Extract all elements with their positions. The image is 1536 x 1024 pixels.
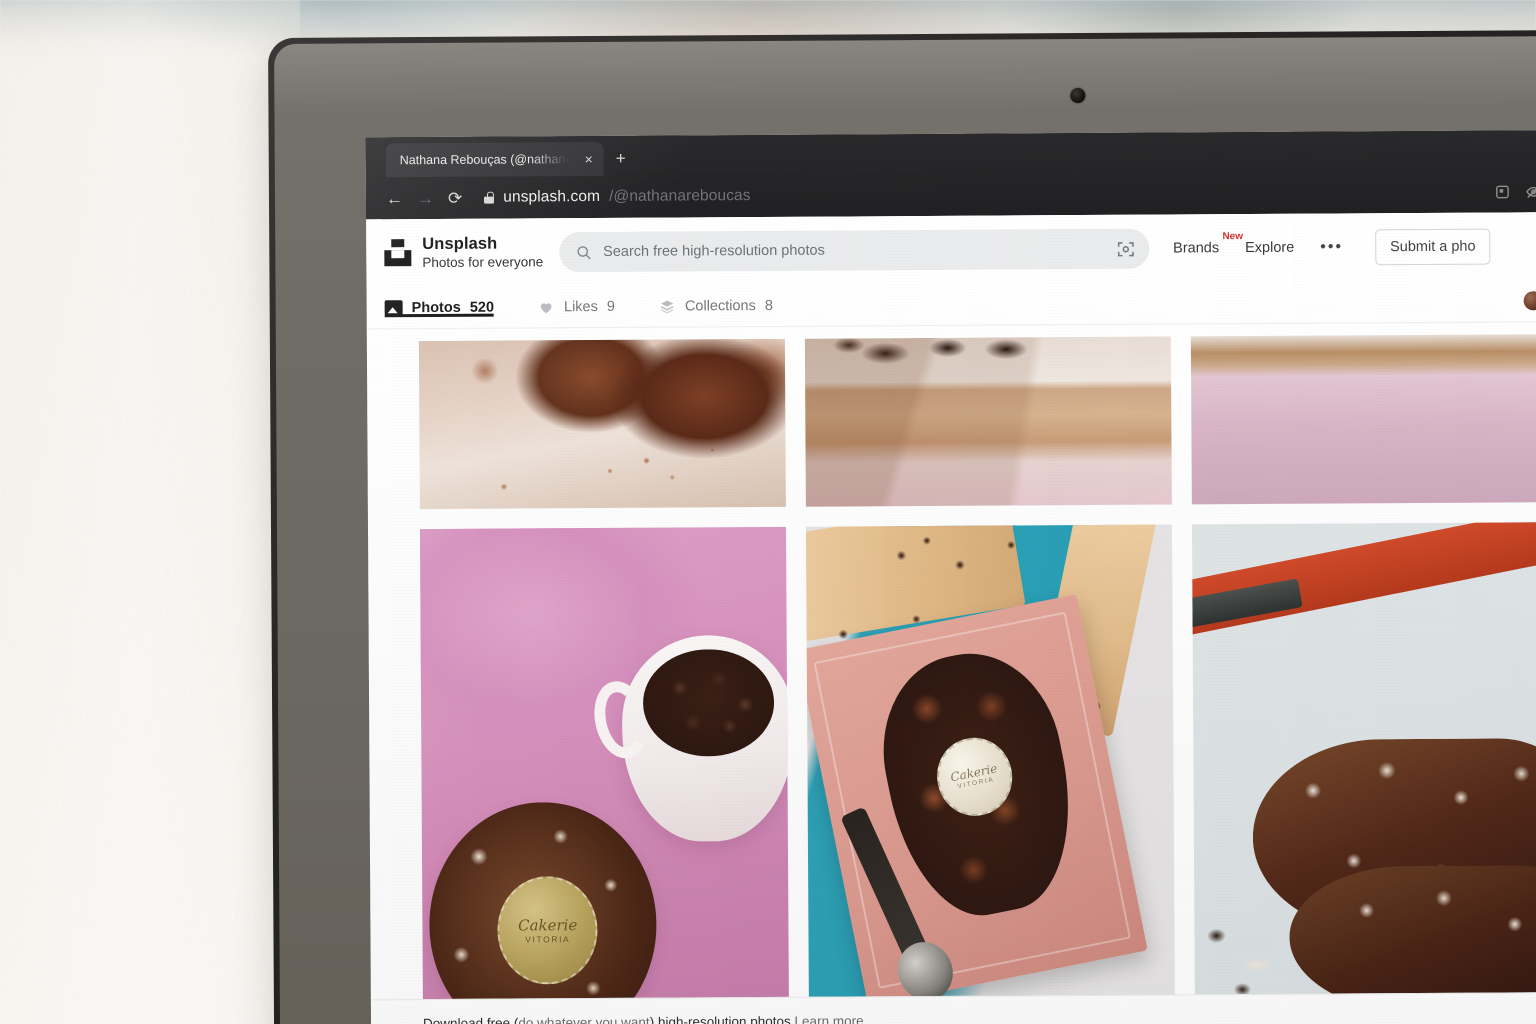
unsplash-page: Unsplash Photos for everyone Search free… bbox=[366, 212, 1536, 1024]
tab-likes-label: Likes bbox=[563, 298, 598, 315]
new-tab-icon[interactable]: + bbox=[616, 149, 626, 169]
search-icon bbox=[577, 245, 591, 259]
browser-tab[interactable]: Nathana Rebouças (@nathana × bbox=[385, 141, 604, 178]
laptop: Nathana Rebouças (@nathana × + ← → ⟳ uns… bbox=[268, 30, 1536, 1024]
header-nav: Brands New Explore ••• Submit a pho bbox=[1173, 228, 1491, 267]
photo-thumbnail[interactable] bbox=[1191, 522, 1536, 1015]
browser-omnibar: ← → ⟳ unsplash.com /@nathanareboucas bbox=[365, 170, 1536, 220]
unsplash-logo-icon bbox=[384, 239, 412, 267]
heart-icon bbox=[541, 302, 552, 313]
profile-tabs: Photos 520 Likes 9 Collections 8 bbox=[366, 280, 1536, 330]
cup-shape bbox=[587, 634, 789, 842]
photo-thumbnail[interactable]: Cakerie VITORIA bbox=[805, 524, 1175, 1017]
eye-off-icon[interactable] bbox=[1525, 183, 1536, 200]
unsplash-logo-link[interactable]: Unsplash Photos for everyone bbox=[384, 235, 543, 271]
active-tab-underline bbox=[384, 313, 495, 317]
tab-collections-label: Collections bbox=[684, 297, 756, 314]
tab-likes-count: 9 bbox=[606, 298, 615, 315]
medallion: Cakerie VITORIA bbox=[497, 875, 598, 985]
nav-item-brands-label: Brands bbox=[1173, 240, 1220, 257]
medallion: Cakerie VITORIA bbox=[930, 731, 1019, 823]
tab-collections-count: 8 bbox=[764, 297, 773, 314]
medallion-brand: Cakerie bbox=[518, 915, 578, 935]
nav-item-brands[interactable]: Brands New bbox=[1173, 231, 1243, 257]
medallion-sub: VITORIA bbox=[525, 933, 571, 945]
wall-light-streaks bbox=[0, 0, 300, 1024]
browser-tab-title: Nathana Rebouças (@nathana bbox=[399, 152, 573, 168]
address-bar[interactable]: unsplash.com /@nathanareboucas bbox=[484, 183, 1480, 207]
forward-icon: → bbox=[416, 188, 435, 208]
visual-search-icon[interactable] bbox=[1116, 239, 1135, 258]
nav-item-explore[interactable]: Explore bbox=[1245, 240, 1294, 256]
webcam-icon bbox=[1070, 88, 1086, 104]
brand-tagline: Photos for everyone bbox=[422, 254, 544, 270]
photograph-scene: Nathana Rebouças (@nathana × + ← → ⟳ uns… bbox=[0, 0, 1536, 1024]
tab-collections[interactable]: Collections 8 bbox=[659, 297, 773, 314]
footer-link-license[interactable]: do whatever you want bbox=[518, 1015, 649, 1024]
new-badge: New bbox=[1222, 231, 1244, 243]
photo-thumbnail[interactable] bbox=[418, 338, 786, 510]
photo-grid: Cakerie VITORIA Cakerie VITORIA bbox=[367, 322, 1536, 1024]
photo-thumbnail[interactable] bbox=[1190, 334, 1536, 505]
browser-tabstrip: Nathana Rebouças (@nathana × + bbox=[365, 130, 1536, 178]
browser-chrome: Nathana Rebouças (@nathana × + ← → ⟳ uns… bbox=[365, 130, 1536, 220]
submit-photo-button[interactable]: Submit a pho bbox=[1374, 228, 1491, 266]
brand-name: Unsplash bbox=[422, 234, 498, 254]
url-domain: unsplash.com bbox=[503, 187, 601, 206]
chocolate-disc: Cakerie VITORIA bbox=[428, 802, 658, 1020]
browser-toolbar-icons bbox=[1494, 183, 1536, 200]
footer-text-before: Download free ( bbox=[422, 1015, 519, 1024]
photo-thumbnail[interactable]: Cakerie VITORIA bbox=[420, 526, 789, 1020]
tab-photos[interactable]: Photos 520 bbox=[384, 299, 495, 317]
footer-text-middle: ) high-resolution photos. bbox=[649, 1013, 795, 1024]
site-header: Unsplash Photos for everyone Search free… bbox=[366, 212, 1536, 288]
chocolate-chips bbox=[1191, 522, 1536, 1015]
extension-icon[interactable] bbox=[1494, 183, 1511, 200]
close-icon[interactable]: × bbox=[582, 150, 596, 168]
photo-thumbnail[interactable] bbox=[804, 336, 1172, 507]
more-menu-icon[interactable]: ••• bbox=[1320, 238, 1343, 256]
reload-icon[interactable]: ⟳ bbox=[448, 188, 462, 207]
footer-link-learn-more[interactable]: Learn more bbox=[794, 1013, 863, 1024]
tab-likes[interactable]: Likes 9 bbox=[538, 298, 615, 315]
brand-text: Unsplash Photos for everyone bbox=[422, 235, 543, 271]
back-icon[interactable]: ← bbox=[386, 189, 403, 208]
laptop-screen: Nathana Rebouças (@nathana × + ← → ⟳ uns… bbox=[365, 130, 1536, 1024]
url-path: /@nathanareboucas bbox=[609, 187, 751, 205]
stack-icon bbox=[661, 300, 674, 314]
search-input[interactable] bbox=[603, 240, 1106, 260]
search-bar[interactable] bbox=[559, 228, 1150, 273]
cup-contents bbox=[642, 649, 775, 757]
bezel-sheen bbox=[274, 36, 1536, 114]
avatar[interactable] bbox=[1523, 291, 1536, 311]
lock-icon bbox=[484, 192, 494, 204]
